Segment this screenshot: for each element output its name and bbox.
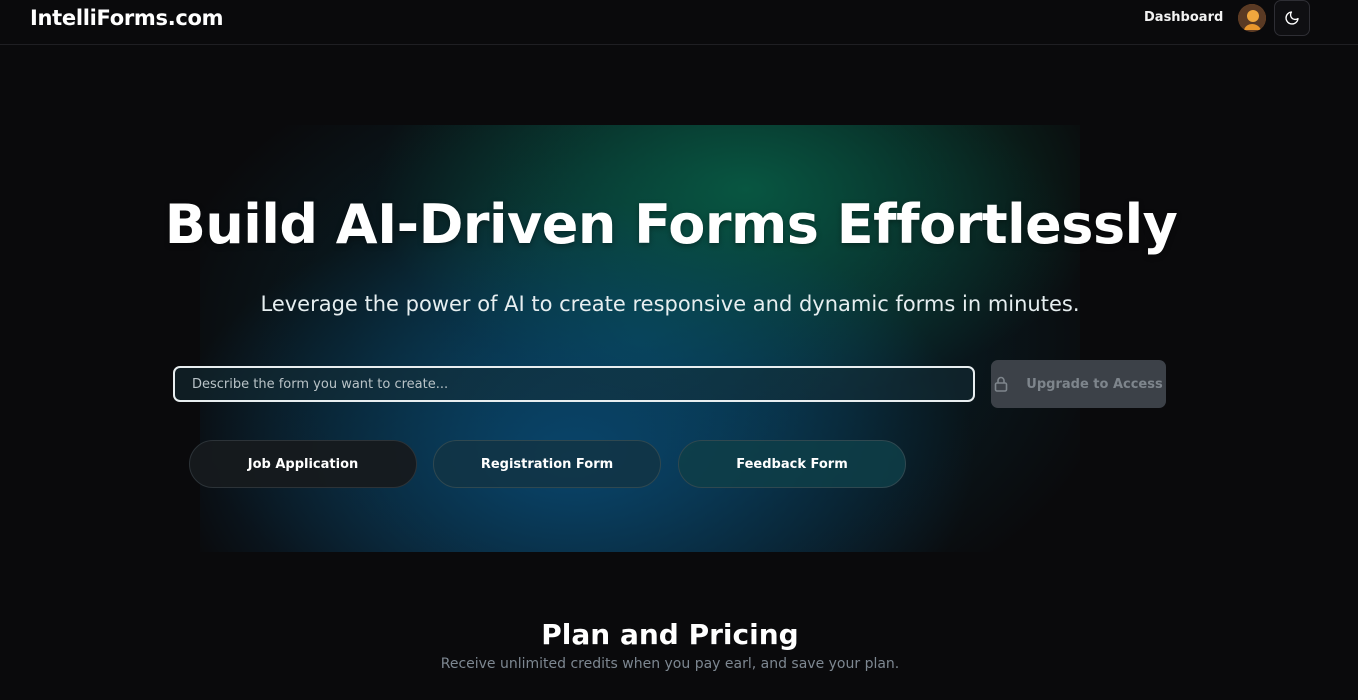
hero-title: Build AI-Driven Forms Effortlessly xyxy=(164,193,1178,256)
template-job-application-button[interactable]: Job Application xyxy=(189,440,417,488)
upgrade-to-access-button[interactable]: Upgrade to Access xyxy=(991,360,1166,408)
upgrade-button-label: Upgrade to Access xyxy=(1026,376,1163,392)
theme-toggle-button[interactable] xyxy=(1274,0,1310,36)
form-description-input[interactable] xyxy=(173,366,975,402)
user-avatar[interactable] xyxy=(1238,4,1266,32)
brand-logo[interactable]: IntelliForms.com xyxy=(30,6,224,30)
lock-icon xyxy=(994,376,1008,392)
dashboard-link[interactable]: Dashboard xyxy=(1144,10,1223,25)
pricing-subtitle: Receive unlimited credits when you pay e… xyxy=(440,656,900,672)
pricing-title: Plan and Pricing xyxy=(541,618,799,651)
moon-icon xyxy=(1285,11,1299,25)
template-feedback-form-button[interactable]: Feedback Form xyxy=(678,440,906,488)
template-registration-form-button[interactable]: Registration Form xyxy=(433,440,661,488)
top-navbar: IntelliForms.com Dashboard xyxy=(0,0,1358,45)
avatar-image xyxy=(1238,4,1266,32)
hero-subtitle: Leverage the power of AI to create respo… xyxy=(260,292,1080,316)
